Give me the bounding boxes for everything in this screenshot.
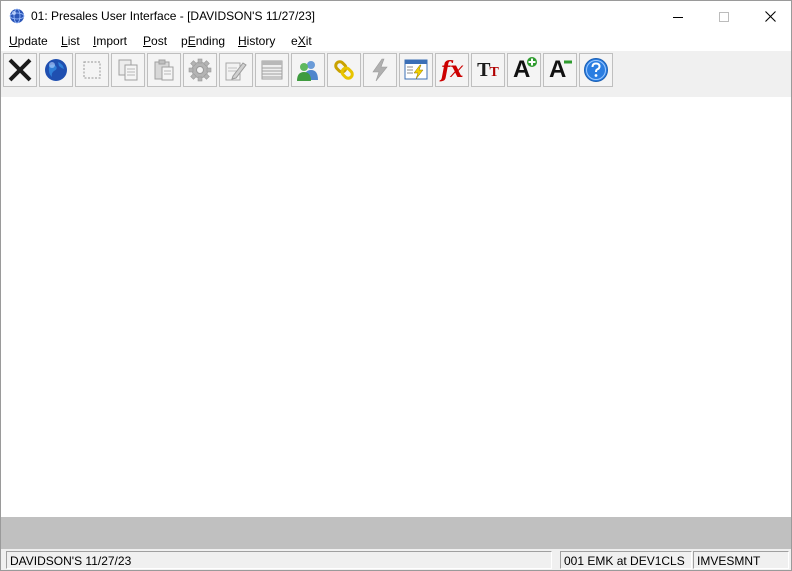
lower-panel [1,517,791,549]
maximize-icon [719,11,729,22]
font-decrease-icon: A [547,57,573,83]
toolbar-font-style-button[interactable]: T T [471,53,505,87]
toolbar-table-button[interactable] [255,53,289,87]
paste-icon [154,59,174,81]
maximize-button[interactable] [701,1,747,32]
globe-icon [45,59,67,81]
menu-pending[interactable]: pEnding [181,34,225,48]
app-globe-icon [9,8,25,24]
close-button[interactable] [747,1,792,32]
toolbar-window-lightning-button[interactable] [399,53,433,87]
menu-list[interactable]: List [61,34,80,48]
minus-icon [564,60,572,64]
fx-icon: fx [440,57,464,83]
menu-update[interactable]: Update [9,34,48,48]
menu-post[interactable]: Post [143,34,167,48]
close-x-icon [8,58,32,82]
toolbar-function-button[interactable]: fx [435,53,469,87]
toolbar-link-button[interactable] [327,53,361,87]
toolbar-users-button[interactable] [291,53,325,87]
toolbar-lightning-button[interactable] [363,53,397,87]
toolbar-font-decrease-button[interactable]: A [543,53,577,87]
window-lightning-icon [404,59,428,80]
close-icon [764,11,776,22]
menu-bar: Update List Import Post pEnding History … [1,32,791,51]
toolbar-edit-button[interactable] [219,53,253,87]
toolbar-help-button[interactable] [579,53,613,87]
status-user-host: 001 EMK at DEV1CLS [560,551,692,569]
application-window: 01: Presales User Interface - [DAVIDSON'… [0,0,792,571]
toolbar: fx T T A A [1,51,791,97]
toolbar-font-increase-button[interactable]: A [507,53,541,87]
select-box-icon [83,61,101,79]
minimize-button[interactable] [655,1,701,32]
menu-import[interactable]: Import [93,34,127,48]
users-icon [297,61,318,81]
font-tt-icon: T T [477,60,499,80]
title-bar[interactable]: 01: Presales User Interface - [DAVIDSON'… [1,1,791,32]
tt-large-letter: T [477,59,491,81]
copy-icon [118,59,138,81]
toolbar-settings-button[interactable] [183,53,217,87]
minimize-icon [673,16,683,18]
toolbar-select-button[interactable] [75,53,109,87]
menu-history[interactable]: History [238,34,275,48]
gear-icon [188,58,212,82]
toolbar-paste-button[interactable] [147,53,181,87]
window-title: 01: Presales User Interface - [DAVIDSON'… [31,9,315,23]
edit-pencil-icon [225,62,247,81]
lightning-icon [372,58,388,82]
link-chain-icon [334,60,354,80]
tt-small-letter: T [489,65,499,80]
status-bar: DAVIDSON'S 11/27/23 001 EMK at DEV1CLS I… [1,549,791,570]
font-increase-icon: A [511,57,537,83]
toolbar-copy-button[interactable] [111,53,145,87]
toolbar-globe-button[interactable] [39,53,73,87]
help-icon [584,58,608,82]
toolbar-close-button[interactable] [3,53,37,87]
plus-icon [527,57,537,67]
table-icon [261,60,283,80]
status-session: DAVIDSON'S 11/27/23 [6,551,552,569]
menu-exit[interactable]: eXit [291,34,312,48]
status-module: IMVESMNT [693,551,789,569]
main-content-area [1,97,791,517]
